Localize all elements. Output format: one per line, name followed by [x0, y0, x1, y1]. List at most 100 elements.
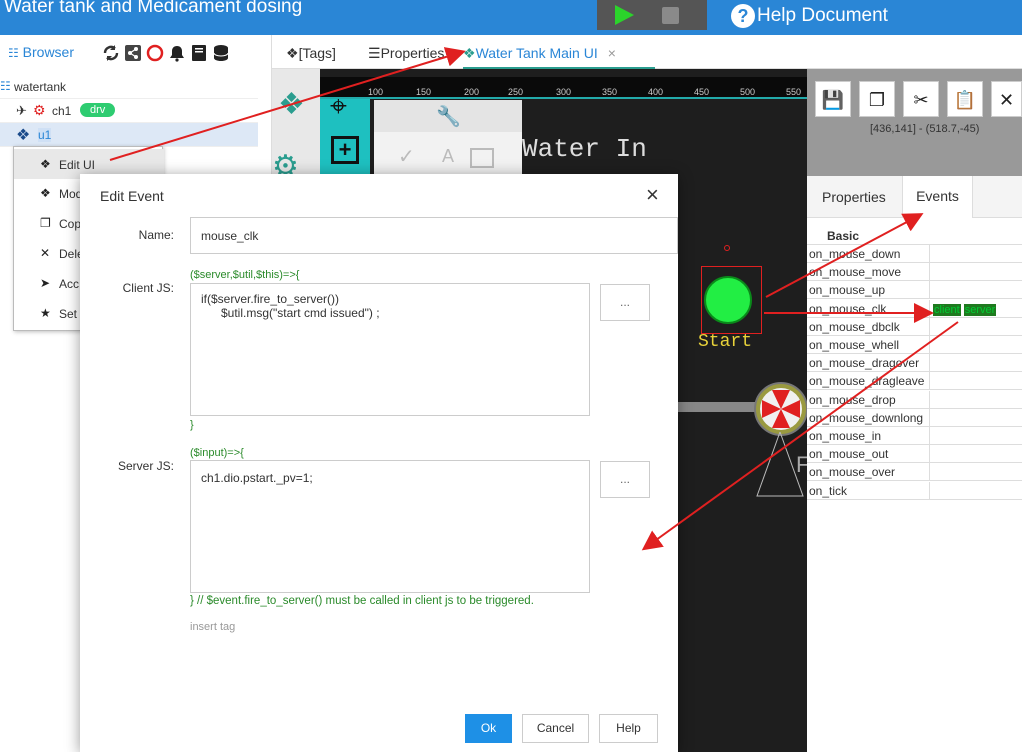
event-name: on_mouse_dragover: [809, 356, 920, 371]
event-name: on_mouse_move: [809, 265, 902, 280]
tab-water-tank-main-ui[interactable]: ❖Water Tank Main UI ×: [463, 45, 655, 69]
puzzle-icon: ❖: [463, 45, 476, 61]
play-icon[interactable]: [615, 5, 634, 25]
event-value[interactable]: [929, 463, 1022, 481]
server-js-footer: } // $event.fire_to_server() must be cal…: [190, 595, 534, 607]
fan-icon: [760, 388, 802, 430]
client-js-code: if($server.fire_to_server()) $util.msg("…: [201, 292, 380, 320]
tab-properties[interactable]: Properties: [822, 189, 886, 205]
event-value[interactable]: [929, 317, 1022, 335]
help-icon[interactable]: ?: [731, 4, 755, 28]
event-row[interactable]: on_mouse_in: [807, 427, 1022, 445]
event-row[interactable]: on_mouse_dragover: [807, 354, 1022, 373]
event-value[interactable]: [929, 427, 1022, 444]
close-icon[interactable]: ✕: [991, 81, 1022, 117]
bell-icon[interactable]: [168, 44, 186, 62]
event-value[interactable]: [929, 354, 1022, 372]
server-js-expand-button[interactable]: ...: [600, 461, 650, 498]
plus-box-icon: +: [331, 136, 359, 164]
name-field[interactable]: mouse_clk: [190, 217, 678, 254]
ruler-tick: 350: [602, 87, 618, 97]
puzzle-icon: ❖: [16, 127, 31, 144]
event-row[interactable]: on_mouse_dbclk: [807, 317, 1022, 336]
event-row[interactable]: on_mouse_over: [807, 463, 1022, 482]
book-icon[interactable]: [190, 44, 208, 62]
ruler-tick: 400: [648, 87, 664, 97]
save-icon[interactable]: 💾: [815, 81, 851, 117]
event-row[interactable]: on_mouse_down: [807, 245, 1022, 263]
insert-tag-link[interactable]: insert tag: [190, 621, 235, 633]
menu-item-label: Edit UI: [59, 158, 96, 172]
add-tool[interactable]: +: [320, 134, 370, 174]
sitemap-icon: ☷: [0, 79, 11, 93]
name-label: Name:: [138, 228, 174, 242]
puzzle-icon[interactable]: ❖: [278, 87, 305, 122]
event-value[interactable]: client server: [929, 299, 1022, 317]
client-js-expand-button[interactable]: ...: [600, 284, 650, 321]
tree-node-ch1[interactable]: ✈ ⚙ ch1 drv: [0, 99, 258, 123]
menu-item-label: Acc: [59, 277, 80, 291]
cancel-button[interactable]: Cancel: [522, 714, 589, 743]
image-tool-icon[interactable]: [470, 148, 494, 168]
event-name: on_mouse_over: [809, 465, 896, 480]
client-js-header: ($server,$util,$this)=>{: [190, 269, 300, 281]
event-row[interactable]: on_mouse_whell: [807, 336, 1022, 354]
driver-badge: drv: [80, 103, 116, 117]
event-row[interactable]: on_mouse_out: [807, 445, 1022, 464]
help-button[interactable]: Help: [599, 714, 658, 743]
tab-label: Water Tank Main UI: [475, 45, 598, 61]
app-title: Water tank and Medicament dosing: [4, 0, 303, 17]
tab-properties[interactable]: ☰Properties: [368, 45, 444, 62]
tab-tags[interactable]: ❖[Tags]: [286, 45, 336, 62]
server-js-editor[interactable]: ch1.dio.pstart._pv=1;: [190, 460, 590, 593]
event-value[interactable]: [929, 336, 1022, 353]
event-tag-server: server: [963, 303, 997, 316]
tab-events[interactable]: Events: [902, 176, 973, 218]
event-value[interactable]: [929, 390, 1022, 408]
line-tool-icon[interactable]: ✓: [398, 144, 415, 169]
event-value[interactable]: [929, 372, 1022, 390]
client-js-label: Client JS:: [122, 281, 174, 295]
database-icon[interactable]: [212, 44, 230, 62]
event-row[interactable]: on_mouse_drop: [807, 390, 1022, 409]
close-icon[interactable]: ×: [646, 182, 659, 208]
tree-node-u1[interactable]: ❖ u1: [0, 123, 258, 147]
event-value[interactable]: [929, 263, 1022, 281]
share-icon[interactable]: [124, 44, 142, 62]
tab-close-icon[interactable]: ×: [608, 45, 616, 61]
stop-icon[interactable]: [662, 7, 679, 24]
event-row[interactable]: on_mouse_downlong: [807, 408, 1022, 427]
wrench-icon[interactable]: 🔧: [436, 104, 461, 129]
start-button[interactable]: [704, 276, 752, 324]
browser-tab[interactable]: ☷ Browser: [8, 44, 74, 60]
rotate-handle[interactable]: [724, 245, 730, 251]
coordinate-readout: [436,141] - (518.7,-45): [870, 123, 980, 135]
event-value[interactable]: [929, 445, 1022, 463]
event-value[interactable]: [929, 281, 1022, 299]
tree-node-watertank[interactable]: ☷ watertank: [0, 75, 258, 99]
help-document-link[interactable]: Help Document: [757, 5, 888, 27]
client-js-editor[interactable]: if($server.fire_to_server()) $util.msg("…: [190, 283, 590, 416]
text-tool-icon[interactable]: A: [442, 146, 454, 167]
pump[interactable]: [754, 382, 808, 436]
event-value[interactable]: [929, 481, 1022, 499]
gear-icon: ⚙: [33, 102, 46, 118]
inspector-tabs: Properties Events: [807, 176, 1022, 218]
start-label: Start: [698, 332, 753, 352]
event-name: on_mouse_in: [809, 429, 882, 443]
ok-button[interactable]: Ok: [465, 714, 512, 743]
ruler-tick: 300: [556, 87, 572, 97]
event-row[interactable]: on_mouse_clk client server: [807, 299, 1022, 318]
ruler-tick: 150: [416, 87, 432, 97]
power-ring-icon[interactable]: [146, 44, 164, 62]
event-value[interactable]: [929, 245, 1022, 262]
event-value[interactable]: [929, 408, 1022, 426]
clipboard-icon[interactable]: 📋: [947, 81, 983, 117]
event-row[interactable]: on_mouse_move: [807, 263, 1022, 282]
scissors-icon[interactable]: ✂: [903, 81, 939, 117]
event-row[interactable]: on_tick: [807, 481, 1022, 500]
event-row[interactable]: on_mouse_dragleave: [807, 372, 1022, 391]
event-row[interactable]: on_mouse_up: [807, 281, 1022, 300]
refresh-icon[interactable]: [102, 44, 120, 62]
copy-icon[interactable]: ❐: [859, 81, 895, 117]
